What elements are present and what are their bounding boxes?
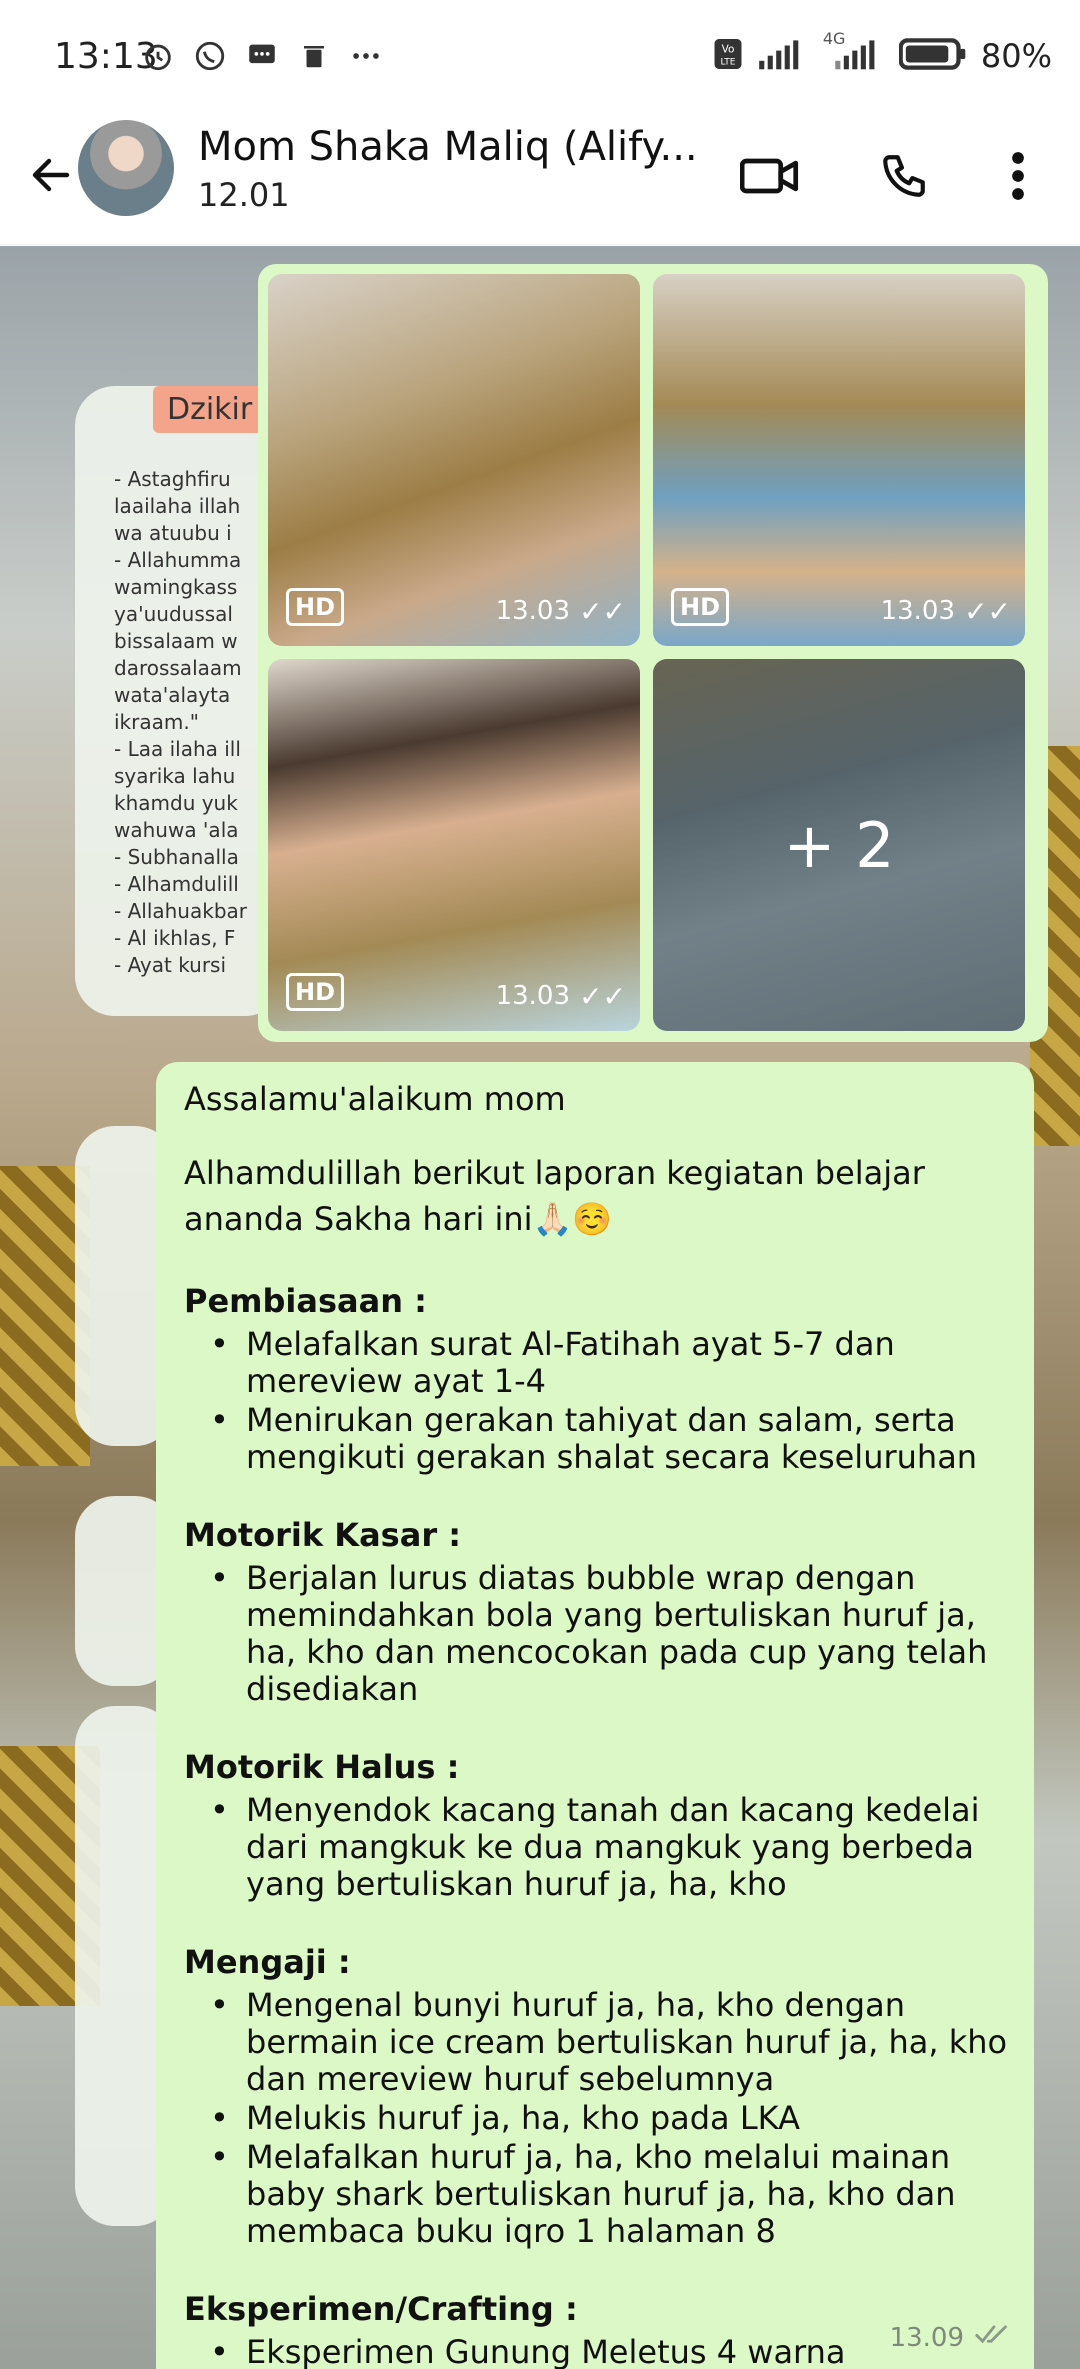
section-bullet-item: Melafalkan huruf ja, ha, kho melalui mai… [184,2139,1010,2250]
message-icon [244,38,280,74]
wallpaper-text-line: - Al ikhlas, F [114,926,236,950]
wallpaper-text-line: - Astaghfiru [114,467,231,491]
section-title: Motorik Halus : [184,1748,460,1786]
whatsapp-icon [192,38,228,74]
hd-badge: HD [671,588,730,626]
message-sections: Pembiasaan : Melafalkan surat Al-Fatihah … [184,1278,1010,2369]
network-type: 4G [822,29,846,48]
wallpaper-title: Dzikir [153,386,267,433]
wallpaper-text-line: bissalaam w [114,629,238,653]
wallpaper-text-line: wa atuubu i [114,521,232,545]
back-button[interactable] [16,140,86,210]
wallpaper-text-line: - Subhanalla [114,845,239,869]
double-check-icon: ✓✓ [579,980,626,1013]
wallpaper-text-line: ikraam." [114,710,199,734]
chat-header: Mom Shaka Maliq (Alify... 12.01 [0,110,1080,245]
image-time: 13.03 [495,596,570,626]
wallpaper-text-line: laailaha illah [114,494,241,518]
image-time: 13.03 [495,981,570,1011]
notification-icons [140,38,384,74]
battery-icon [898,37,967,75]
section-bullet-item: Melafalkan surat Al-Fatihah ayat 5-7 dan… [184,1326,1010,1400]
wallpaper-text-line: - Laa ilaha ill [114,737,241,761]
svg-text:Vo: Vo [721,44,734,56]
image-time: 13.03 [880,596,955,626]
section-bullet-item: Eksperimen Gunung Meletus 4 warna [184,2334,1010,2369]
wallpaper-text-line: wamingkass [114,575,238,599]
section-title: Eksperimen/Crafting : [184,2290,578,2328]
wallpaper-text-line: - Ayat kursi [114,953,227,977]
wallpaper-text-line: wata'alayta [114,683,231,707]
signal-4g-icon: 4G [823,29,885,75]
image-thumbnail[interactable]: HD 13.03 ✓✓ [268,274,640,646]
image-thumbnail[interactable]: HD 13.03 ✓✓ [268,659,640,1031]
wallpaper-text-line: - Allahuakbar [114,899,247,923]
svg-text:LTE: LTE [720,58,735,68]
phone-icon [883,155,925,197]
section-bullet-item: Menirukan gerakan tahiyat dan salam, ser… [184,1402,1010,1476]
wallpaper-text-line: darossalaam [114,656,242,680]
wallpaper-text-line: - Alhamdulill [114,872,239,896]
double-check-icon [974,2322,1014,2353]
wallpaper-text: - Astaghfiru laailaha illah wa atuubu i - A… [114,466,264,979]
double-check-icon: ✓✓ [964,595,1011,628]
section-bullet-item: Berjalan lurus diatas bubble wrap dengan… [184,1560,1010,1708]
wallpaper-text-line: - Allahumma [114,548,242,572]
section-bullet-item: Mengenal bunyi huruf ja, ha, kho dengan … [184,1987,1010,2098]
wallpaper-text-line: khamdu yuk [114,791,238,815]
contact-name[interactable]: Mom Shaka Maliq (Alify... [198,124,698,170]
last-seen: 12.01 [198,176,290,214]
section-title: Mengaji : [184,1943,351,1981]
system-status: Vo LTE 4G 80% [713,29,1052,76]
more-vertical-icon [1012,152,1024,200]
double-check-icon: ✓✓ [579,595,626,628]
hd-badge: HD [286,973,345,1011]
image-thumbnail[interactable]: HD 13.03 ✓✓ [653,274,1025,646]
message-intro: Alhamdulillah berikut laporan kegiatan b… [184,1154,925,1238]
trash-icon [296,38,332,74]
wallpaper-text-line: syarika lahu [114,764,236,788]
message-greeting: Assalamu'alaikum mom [184,1080,566,1118]
battery-percent: 80% [980,37,1052,75]
video-call-button[interactable] [732,138,808,214]
more-options-button[interactable] [980,138,1056,214]
voice-call-button[interactable] [866,138,942,214]
section-bullet-item: Melukis huruf ja, ha, kho pada LKA [184,2100,1010,2138]
message-bubble[interactable]: Assalamu'alaikum mom Alhamdulillah berik… [156,1062,1034,2369]
signal-icon [757,37,809,75]
wallpaper-text-line: wahuwa 'ala [114,818,239,842]
volte-icon: Vo LTE [713,36,743,76]
image-thumbnail-more[interactable]: + 2 [653,659,1025,1031]
image-album-bubble[interactable]: HD 13.03 ✓✓ HD 13.03 ✓✓ HD 13.03 ✓✓ + 2 [258,264,1048,1042]
wallpaper-text-line: ya'uudussal [114,602,233,626]
more-images-count: + 2 [653,659,1025,1031]
section-title: Pembiasaan : [184,1282,427,1320]
video-camera-icon [740,158,799,194]
message-meta: 13.09 [890,2322,1014,2353]
arrow-left-icon [32,158,70,192]
avatar[interactable] [78,120,174,216]
hd-badge: HD [286,588,345,626]
message-time: 13.09 [889,2322,964,2353]
more-notifications-icon [348,38,384,74]
section-title: Motorik Kasar : [184,1516,462,1554]
status-bar: 13:13 Vo LTE 4G 80% [0,0,1080,110]
section-bullet-item: Menyendok kacang tanah dan kacang kedela… [184,1792,1010,1903]
alarm-icon [140,38,176,74]
